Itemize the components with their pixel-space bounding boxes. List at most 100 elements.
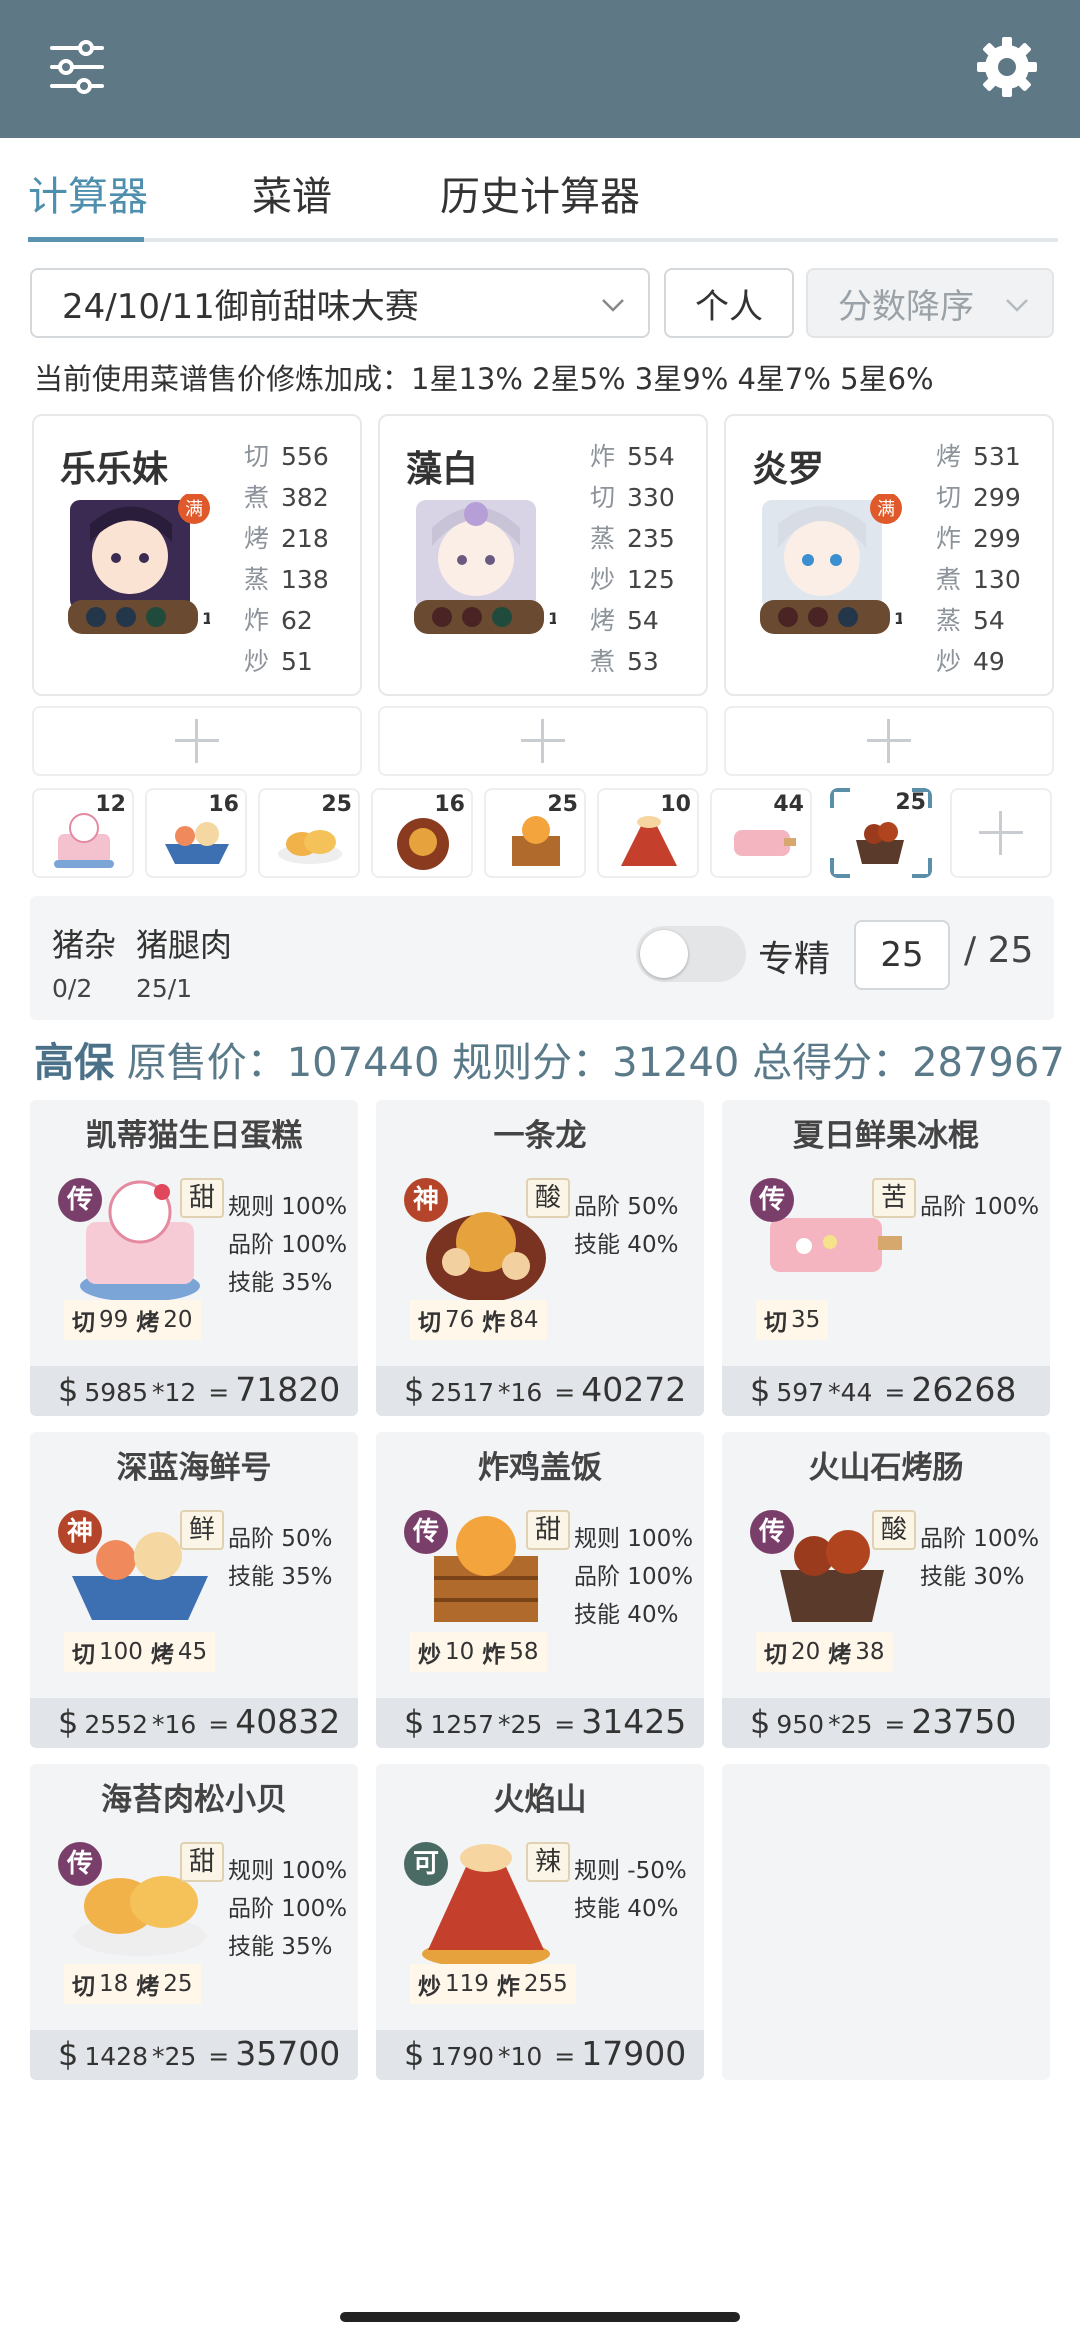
recipe-title: 夏日鲜果冰棍 [793, 1118, 979, 1154]
recipe-price-row: $2552 *16 = 40832 [30, 1698, 358, 1748]
selection-corner [912, 788, 932, 808]
rarity-badge: 传 [58, 1178, 102, 1222]
chef-avatar: 1 [414, 500, 556, 634]
recipe-price-row: $597 *44 = 26268 [722, 1366, 1050, 1416]
recipe-card[interactable]: 炸鸡盖饭 传 甜 规则 100% 品阶 100% 技能 40% 炒 10 炸 58 $1… [376, 1432, 704, 1748]
seafood-boat-icon [165, 822, 229, 864]
chef-level: 1 [894, 609, 902, 628]
full-badge: 满 [185, 499, 203, 520]
dish-thumb-selected[interactable]: 25 [830, 788, 932, 878]
sort-select[interactable]: 分数降序 [806, 268, 1054, 338]
rarity-badge: 神 [58, 1510, 102, 1554]
chef-card[interactable]: 乐乐妹 满 1 切 556 煮 382 烤 218 蒸 138 炸 62 炒 51 [32, 414, 362, 696]
volcano-icon [621, 816, 677, 866]
add-dish-button[interactable] [950, 788, 1052, 878]
price-bonus-text: 当前使用菜谱售价修炼加成：1星13% 2星5% 3星9% 4星7% 5星6% [34, 362, 934, 396]
add-slot-button[interactable] [378, 706, 708, 776]
recipe-price-row: $1790 *10 = 17900 [376, 2030, 704, 2080]
ingredient-panel: 猪杂 0/2 猪腿肉 25/1 专精 25 / 25 [30, 896, 1054, 1020]
recipe-title: 海苔肉松小贝 [101, 1782, 287, 1818]
score-grade: 高保 [34, 1040, 114, 1086]
app-header [0, 0, 1080, 138]
sort-select-value: 分数降序 [838, 286, 974, 327]
recipe-skills: 炒 119 炸 255 [410, 1964, 576, 2004]
dish-thumb[interactable]: 44 [710, 788, 812, 878]
flavor-tag: 鲜 [180, 1510, 224, 1550]
tab-recipes[interactable]: 菜谱 [252, 164, 332, 222]
rarity-badge: 传 [404, 1510, 448, 1554]
specialize-toggle[interactable] [636, 926, 746, 982]
recipe-title: 炸鸡盖饭 [478, 1450, 602, 1486]
chef-level: 1 [202, 609, 210, 628]
dragon-dish-icon [397, 818, 449, 870]
sliders-icon[interactable] [44, 34, 110, 100]
selection-corner [830, 788, 850, 808]
flavor-tag: 酸 [526, 1178, 570, 1218]
plus-icon [867, 719, 911, 763]
specialize-label: 专精 [758, 939, 831, 980]
recipe-modifiers: 品阶 50% 技能 35% [228, 1526, 333, 1590]
flavor-tag: 甜 [180, 1178, 224, 1218]
tab-calculator[interactable]: 计算器 [28, 164, 148, 222]
recipe-card[interactable]: 火焰山 可 辣 规则 -50% 技能 40% 炒 119 炸 255 $1790 *10… [376, 1764, 704, 2080]
chef-level: 1 [548, 609, 556, 628]
sausage-icon [856, 822, 904, 864]
chevron-down-icon [1006, 299, 1028, 312]
recipe-skills: 切 100 烤 45 [64, 1632, 216, 1672]
score-text: 原售价：107440 规则分：31240 总得分：287967 [126, 1040, 1065, 1086]
specialize-max: / 25 [964, 930, 1034, 971]
chef-card[interactable]: 藻白 1 炸 554 切 330 蒸 235 炒 125 烤 54 煮 53 [378, 414, 708, 696]
recipe-modifiers: 规则 100% 品阶 100% 技能 35% [228, 1194, 348, 1296]
scallop-icon [278, 830, 342, 864]
cake-icon [54, 813, 114, 868]
recipe-title: 火山石烤肠 [808, 1450, 964, 1486]
recipe-card[interactable]: 深蓝海鲜号 神 鲜 品阶 50% 技能 35% 切 100 烤 45 $2552 *16… [30, 1432, 358, 1748]
add-slot-button[interactable] [32, 706, 362, 776]
recipe-card[interactable]: 一条龙 神 酸 品阶 50% 技能 40% 切 76 炸 84 $2517 *16 = 40… [376, 1100, 704, 1416]
flavor-tag: 辣 [526, 1842, 570, 1882]
recipe-skills: 炒 10 炸 58 [410, 1632, 547, 1672]
chef-card[interactable]: 炎罗 满 1 烤 531 切 299 炸 299 煮 130 蒸 54 炒 49 [724, 414, 1054, 696]
dish-thumb[interactable]: 10 [597, 788, 699, 878]
recipe-skills: 切 35 [756, 1300, 829, 1340]
recipe-modifiers: 品阶 50% 技能 40% [574, 1194, 679, 1258]
full-badge: 满 [877, 499, 895, 520]
add-slot-button[interactable] [724, 706, 1054, 776]
chef-avatar: 满 1 [68, 494, 210, 634]
popsicle-icon [734, 830, 796, 856]
recipe-modifiers: 规则 -50% 技能 40% [574, 1858, 687, 1922]
rarity-badge: 传 [750, 1178, 794, 1222]
flavor-tag: 甜 [180, 1842, 224, 1882]
dish-thumb[interactable]: 25 [484, 788, 586, 878]
recipe-card[interactable]: 火山石烤肠 传 酸 品阶 100% 技能 30% 切 20 烤 38 $950 *25 =… [722, 1432, 1050, 1748]
dish-thumb[interactable]: 16 [145, 788, 247, 878]
mode-button[interactable]: 个人 [664, 268, 794, 338]
gear-icon[interactable] [974, 34, 1040, 100]
recipe-card[interactable]: 海苔肉松小贝 传 甜 规则 100% 品阶 100% 技能 35% 切 18 烤 25 … [30, 1764, 358, 2080]
specialize-quantity-input[interactable]: 25 [854, 920, 950, 990]
recipe-skills: 切 20 烤 38 [756, 1632, 893, 1672]
dish-thumb[interactable]: 16 [371, 788, 473, 878]
chef-name: 乐乐妹 [60, 449, 169, 490]
empty-recipe-slot[interactable] [722, 1764, 1050, 2080]
flavor-tag: 苦 [872, 1178, 916, 1218]
chicken-rice-icon [512, 816, 560, 866]
score-summary: 高保 原售价：107440 规则分：31240 总得分：287967 [34, 1030, 1065, 1088]
rarity-badge: 可 [404, 1842, 448, 1886]
dish-thumb[interactable]: 12 [32, 788, 134, 878]
mode-label: 个人 [695, 286, 763, 327]
recipe-price-row: $5985 *12 = 71820 [30, 1366, 358, 1416]
ingredient-item: 猪腿肉 25/1 [136, 926, 233, 1003]
tab-history-calculator[interactable]: 历史计算器 [440, 164, 640, 222]
recipe-modifiers: 规则 100% 品阶 100% 技能 35% [228, 1858, 348, 1960]
chef-name: 藻白 [406, 449, 479, 490]
recipe-title: 深蓝海鲜号 [116, 1450, 272, 1486]
dish-thumb[interactable]: 25 [258, 788, 360, 878]
toggle-knob [640, 930, 688, 978]
recipe-card[interactable]: 凯蒂猫生日蛋糕 传 甜 规则 100% 品阶 100% 技能 35% 切 99 烤 20… [30, 1100, 358, 1416]
recipe-title: 凯蒂猫生日蛋糕 [85, 1118, 303, 1154]
contest-select[interactable]: 24/10/11御前甜味大赛 [30, 268, 650, 338]
flavor-tag: 甜 [526, 1510, 570, 1550]
recipe-card[interactable]: 夏日鲜果冰棍 传 苦 品阶 100% 切 35 $597 *44 = 26268 [722, 1100, 1050, 1416]
recipe-title: 火焰山 [493, 1782, 587, 1818]
